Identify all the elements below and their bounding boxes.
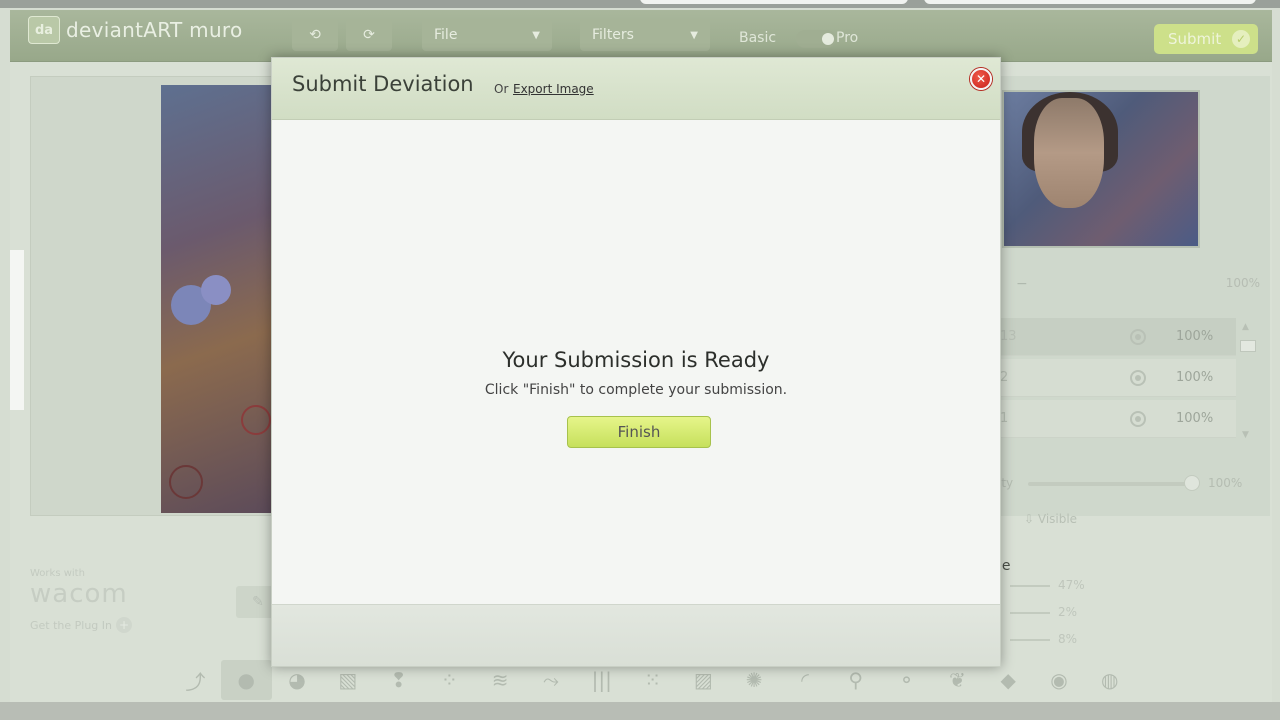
close-icon: ✕: [975, 72, 987, 86]
chevron-down-icon: ▼: [690, 29, 698, 41]
scroll-thumb[interactable]: [1240, 340, 1256, 352]
brush-tool[interactable]: ◉: [1034, 660, 1085, 700]
brush-softness-row[interactable]: 8%: [1010, 632, 1090, 646]
browser-top-strip: [0, 0, 1280, 8]
layer-row[interactable]: 2 100%: [998, 359, 1236, 397]
brush-tool[interactable]: ◍: [1084, 660, 1135, 700]
wacom-plugin-link[interactable]: Get the Plug In +: [30, 617, 133, 633]
brush-opacity-row[interactable]: 2%: [1010, 605, 1090, 619]
thumb-face: [1034, 98, 1104, 208]
wacom-logo: wacom: [30, 579, 128, 609]
app-header: da deviantART muro ⟲ ⟳ File ▼ Filters ▼ …: [10, 10, 1272, 62]
art-ring: [169, 465, 203, 499]
finish-label: Finish: [617, 423, 661, 441]
opacity-slider-knob[interactable]: [1184, 475, 1200, 491]
submission-ready-heading: Your Submission is Ready: [502, 348, 770, 372]
dialog-title: Submit Deviation: [292, 72, 474, 96]
layers-scrollbar[interactable]: ▲ ▼: [1238, 322, 1256, 446]
layer-row[interactable]: 13 100%: [998, 318, 1236, 356]
logo-badge: da: [28, 16, 60, 44]
brush-slider[interactable]: [1010, 612, 1050, 614]
close-button[interactable]: ✕: [970, 68, 992, 90]
submit-deviation-dialog: Submit Deviation Or Export Image ✕ Your …: [271, 57, 1001, 667]
finish-button[interactable]: Finish: [567, 416, 711, 448]
wacom-promo: Works with wacom Get the Plug In +: [30, 568, 133, 633]
brush-tool[interactable]: ⤴: [170, 660, 221, 700]
file-menu[interactable]: File ▼: [422, 19, 552, 51]
brush-size-row[interactable]: 47%: [1010, 578, 1090, 592]
layer-name: 2: [1000, 370, 1009, 385]
visible-button[interactable]: ⇩ Visible: [1024, 512, 1077, 526]
opacity-slider[interactable]: [1028, 482, 1192, 486]
submit-label: Submit: [1168, 30, 1222, 48]
chevron-down-icon: ▼: [532, 29, 540, 41]
dialog-footer: [272, 604, 1000, 666]
navigator-thumbnail[interactable]: [1002, 90, 1200, 248]
bottom-strip: [0, 702, 1280, 720]
or-text: Or: [494, 82, 509, 96]
visibility-icon[interactable]: [1130, 329, 1146, 345]
toggle-knob: [822, 33, 834, 45]
canvas-area[interactable]: [30, 76, 292, 516]
logo-text: deviantART muro: [66, 18, 243, 42]
art-ring: [241, 405, 271, 435]
brush-value: 2%: [1058, 605, 1078, 619]
dialog-header: Submit Deviation Or Export Image ✕: [272, 58, 1000, 120]
layer-name: 1: [1000, 411, 1009, 426]
redo-icon: ⟳: [363, 27, 375, 43]
mode-toggle[interactable]: [796, 30, 836, 48]
redo-button[interactable]: ⟳: [346, 19, 392, 51]
file-menu-label: File: [434, 27, 458, 43]
filters-menu-label: Filters: [592, 27, 634, 43]
layer-opacity: 100%: [1176, 411, 1214, 426]
wacom-works-with: Works with: [30, 568, 85, 579]
zoom-out-button[interactable]: −: [1016, 276, 1028, 292]
zoom-percent: 100%: [1225, 276, 1260, 290]
plus-icon: +: [116, 617, 133, 633]
export-image-link[interactable]: Export Image: [513, 82, 594, 96]
canvas-artwork[interactable]: [161, 85, 289, 513]
brush-value: 47%: [1058, 578, 1085, 592]
check-icon: ✓: [1232, 30, 1250, 48]
undo-button[interactable]: ⟲: [292, 19, 338, 51]
layer-opacity: 100%: [1176, 329, 1214, 344]
browser-address: [924, 0, 1256, 4]
brush-slider[interactable]: [1010, 639, 1050, 641]
zoom-row: − 100%: [998, 276, 1266, 292]
visibility-icon[interactable]: [1130, 411, 1146, 427]
brush-value: 8%: [1058, 632, 1078, 646]
right-panel: − 100% 13 100% 2 100% 1 100% ▲ ▼ ity 100…: [998, 76, 1270, 526]
art-blob: [201, 275, 231, 305]
layer-opacity: 100%: [1176, 370, 1214, 385]
dialog-body: Your Submission is Ready Click "Finish" …: [272, 120, 1000, 604]
app-logo: da deviantART muro: [28, 16, 243, 44]
mode-pro-label[interactable]: Pro: [836, 30, 858, 46]
mode-basic-label[interactable]: Basic: [739, 30, 776, 46]
browser-tab: [640, 0, 908, 4]
scroll-up-icon[interactable]: ▲: [1242, 322, 1249, 332]
submit-button[interactable]: Submit ✓: [1154, 24, 1258, 54]
left-gutter: [10, 250, 24, 410]
pencil-icon: ✎: [252, 594, 264, 610]
layer-name: 13: [1000, 329, 1017, 344]
plugin-label: Get the Plug In: [30, 618, 113, 632]
opacity-percent: 100%: [1208, 476, 1243, 490]
brush-tool[interactable]: ●: [220, 660, 272, 700]
submission-ready-subtitle: Click "Finish" to complete your submissi…: [484, 382, 788, 398]
visibility-icon[interactable]: [1130, 370, 1146, 386]
brush-slider[interactable]: [1010, 585, 1050, 587]
scroll-down-icon[interactable]: ▼: [1242, 430, 1249, 440]
undo-icon: ⟲: [309, 27, 321, 43]
filters-menu[interactable]: Filters ▼: [580, 19, 710, 51]
layer-row[interactable]: 1 100%: [998, 400, 1236, 438]
